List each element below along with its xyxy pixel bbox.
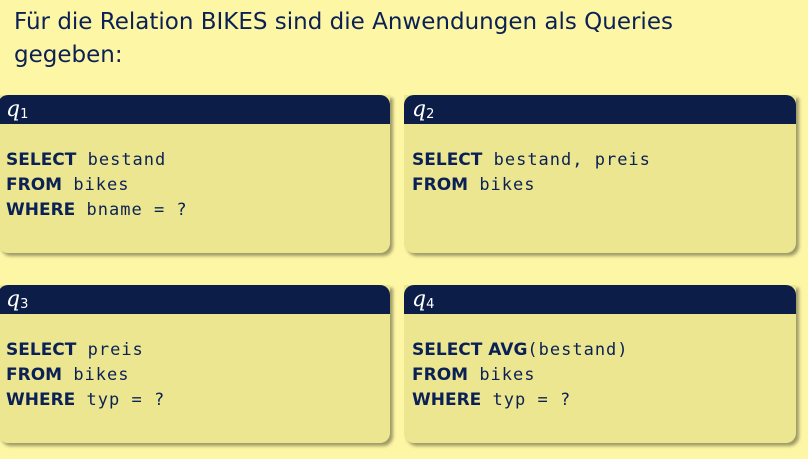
sql-text: typ = ? (75, 390, 166, 410)
code-line: FROM bikes (6, 173, 390, 198)
query-symbol: q (6, 97, 21, 122)
query-symbol: q (412, 287, 427, 312)
sql-code-q3: SELECT preis FROM bikes WHERE typ = ? (0, 314, 390, 413)
query-block-q4: q4 SELECT AVG(bestand) FROM bikes WHERE … (404, 285, 796, 443)
sql-keyword: FROM (6, 365, 63, 385)
sql-text: bestand, preis (482, 150, 651, 170)
query-symbol: q (412, 97, 427, 122)
code-line: FROM bikes (412, 363, 796, 388)
sql-keyword: WHERE (412, 390, 482, 410)
sql-code-q1: SELECT bestand FROM bikes WHERE bname = … (0, 124, 390, 223)
block-title-q1: q1 (0, 95, 390, 124)
code-line: SELECT bestand (6, 148, 390, 173)
heading-line-2: gegeben: (14, 42, 123, 68)
slide-heading: Für die Relation BIKES sind die Anwendun… (14, 6, 794, 72)
query-block-q2: q2 SELECT bestand, preis FROM bikes (404, 95, 796, 253)
sql-text: bikes (468, 175, 536, 195)
sql-keyword: FROM (6, 175, 63, 195)
sql-keyword: FROM (412, 365, 469, 385)
query-index: 2 (426, 107, 435, 122)
query-index: 1 (20, 107, 29, 122)
code-line: SELECT AVG(bestand) (412, 338, 796, 363)
code-line: WHERE bname = ? (6, 198, 390, 223)
code-line: SELECT bestand, preis (412, 148, 796, 173)
block-title-q2: q2 (404, 95, 796, 124)
sql-keyword: SELECT (6, 150, 77, 170)
sql-text: typ = ? (481, 390, 572, 410)
block-title-q3: q3 (0, 285, 390, 314)
query-block-q3: q3 SELECT preis FROM bikes WHERE typ = ? (0, 285, 390, 443)
code-line: FROM bikes (6, 363, 390, 388)
sql-text: bikes (468, 365, 536, 385)
heading-line-1: Für die Relation BIKES sind die Anwendun… (14, 9, 673, 35)
sql-text: bname = ? (75, 200, 188, 220)
query-index: 3 (20, 297, 29, 312)
sql-text: preis (76, 340, 144, 360)
sql-keyword: SELECT (6, 340, 77, 360)
sql-text: bikes (62, 365, 130, 385)
sql-code-q2: SELECT bestand, preis FROM bikes (404, 124, 796, 198)
sql-keyword: SELECT (412, 150, 483, 170)
query-block-q1: q1 SELECT bestand FROM bikes WHERE bname… (0, 95, 390, 253)
sql-keyword: WHERE (6, 200, 76, 220)
sql-keyword: FROM (412, 175, 469, 195)
sql-keyword: WHERE (6, 390, 76, 410)
code-line: SELECT preis (6, 338, 390, 363)
block-title-q4: q4 (404, 285, 796, 314)
code-line: WHERE typ = ? (412, 388, 796, 413)
query-index: 4 (426, 297, 435, 312)
sql-keyword: SELECT AVG (412, 340, 528, 360)
sql-text: (bestand) (527, 340, 629, 360)
query-symbol: q (6, 287, 21, 312)
sql-text: bikes (62, 175, 130, 195)
code-line: WHERE typ = ? (6, 388, 390, 413)
sql-code-q4: SELECT AVG(bestand) FROM bikes WHERE typ… (404, 314, 796, 413)
code-line: FROM bikes (412, 173, 796, 198)
sql-text: bestand (76, 150, 167, 170)
